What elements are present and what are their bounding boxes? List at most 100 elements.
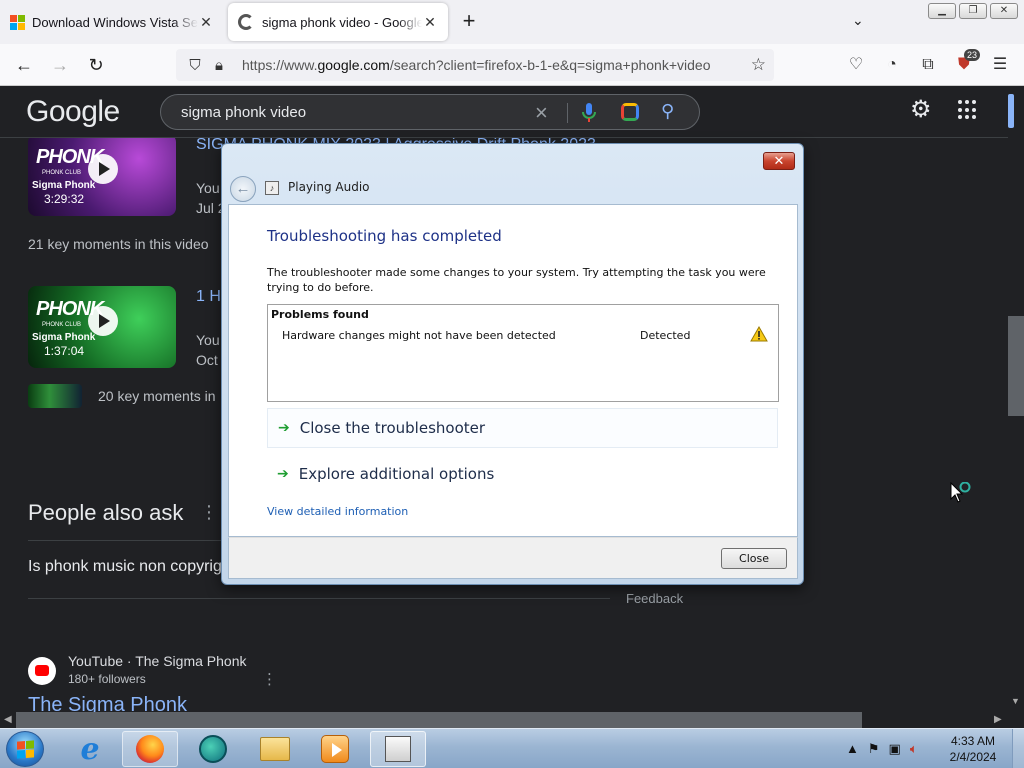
key-moments-preview-thumbnail[interactable] xyxy=(28,384,82,408)
video-thumbnail[interactable]: PHONK PHONK CLUB Sigma Phonk 3:29:32 xyxy=(28,138,176,216)
volume-muted-icon[interactable]: 🔈︎ xyxy=(910,741,918,757)
result-source[interactable]: YouTube · The Sigma Phonk xyxy=(68,653,247,669)
google-favicon-icon xyxy=(238,14,254,30)
tab-google-search[interactable]: sigma phonk video - Google Se ✕ xyxy=(228,3,448,41)
taskbar-chat-app[interactable] xyxy=(185,731,241,767)
ublock-extension-icon[interactable]: ⛊ 23 xyxy=(954,49,981,75)
close-tab-icon[interactable]: ✕ xyxy=(198,14,214,31)
taskbar-internet-explorer[interactable]: e xyxy=(62,731,118,767)
explore-additional-options[interactable]: ➔ Explore additional options xyxy=(267,454,778,494)
problems-found-list: Problems found Hardware changes might no… xyxy=(267,304,779,402)
microphone-icon[interactable] xyxy=(581,102,597,124)
settings-gear-icon[interactable]: ⚙ xyxy=(910,98,932,122)
clock-date: 2/4/2024 xyxy=(949,750,997,764)
video-thumbnail[interactable]: PHONK PHONK CLUB Sigma Phonk 1:37:04 xyxy=(28,286,176,368)
taskbar-explorer[interactable] xyxy=(247,731,303,767)
taskbar-firefox[interactable] xyxy=(122,731,178,767)
google-search-box[interactable]: sigma phonk video × ⚲ xyxy=(160,94,700,130)
tab-windows-vista-download[interactable]: Download Windows Vista Servic ✕ xyxy=(0,3,224,41)
horizontal-scrollbar[interactable]: ◀ ▶ xyxy=(0,712,1008,728)
maximize-button[interactable]: ❐ xyxy=(959,3,987,19)
address-bar[interactable]: ⛉ 🔒︎ https://www.google.com/search?clien… xyxy=(176,49,774,81)
key-moments-toggle[interactable]: 21 key moments in this video xyxy=(28,236,209,252)
dialog-close-x-button[interactable]: ✕ xyxy=(763,152,795,170)
chat-app-icon xyxy=(199,735,227,763)
back-arrow-icon[interactable]: ← xyxy=(230,176,256,202)
dialog-content: Troubleshooting has completed The troubl… xyxy=(228,204,798,537)
divider xyxy=(28,598,610,599)
tracking-protection-shield-icon[interactable]: ⛉ xyxy=(184,57,206,74)
start-button[interactable] xyxy=(6,731,44,767)
paa-question[interactable]: Is phonk music non copyright xyxy=(28,558,235,576)
lock-icon[interactable]: 🔒︎ xyxy=(208,57,230,74)
extension-badge-count: 23 xyxy=(964,49,981,61)
youtube-icon xyxy=(28,657,56,685)
bookmark-star-icon[interactable]: ☆ xyxy=(751,55,766,75)
troubleshooter-dialog: ✕ ← ♪ Playing Audio Troubleshooting has … xyxy=(221,143,804,585)
more-options-icon[interactable]: ⋮ xyxy=(262,670,277,688)
close-troubleshooter-option[interactable]: ➔ Close the troubleshooter xyxy=(267,408,778,448)
scroll-down-arrow-icon[interactable]: ▼ xyxy=(1011,696,1020,706)
view-detailed-information-link[interactable]: View detailed information xyxy=(267,505,408,518)
forward-arrow-icon[interactable]: → xyxy=(48,53,72,77)
taskbar-troubleshooter[interactable] xyxy=(370,731,426,767)
dialog-title: Playing Audio xyxy=(288,180,370,194)
video-date: Oct xyxy=(196,352,218,368)
dialog-heading: Troubleshooting has completed xyxy=(267,227,502,245)
extensions-icon[interactable]: ⧉ xyxy=(918,55,938,75)
show-desktop-button[interactable] xyxy=(1012,729,1024,768)
video-duration: 3:29:32 xyxy=(44,192,85,206)
menu-hamburger-icon[interactable]: ☰ xyxy=(990,55,1010,75)
taskbar-media-player[interactable] xyxy=(307,731,363,767)
key-moments-toggle[interactable]: 20 key moments in xyxy=(98,388,216,404)
windows-logo-icon xyxy=(17,740,34,759)
dialog-message: The troubleshooter made some changes to … xyxy=(267,266,766,294)
network-icon[interactable]: ▣ xyxy=(889,741,901,757)
speaker-icon: ♪ xyxy=(265,181,279,195)
scrollbar-thumb[interactable] xyxy=(1008,316,1024,416)
tab-label: Download Windows Vista Servic xyxy=(32,14,198,30)
google-logo[interactable]: Google xyxy=(26,95,120,129)
feedback-link[interactable]: Feedback xyxy=(626,591,683,606)
account-icon[interactable]: ◔ xyxy=(882,55,902,75)
result-title[interactable]: The Sigma Phonk xyxy=(28,694,187,712)
scroll-right-arrow-icon[interactable]: ▶ xyxy=(994,714,1002,725)
close-tab-icon[interactable]: ✕ xyxy=(422,14,438,31)
play-icon[interactable] xyxy=(88,306,118,336)
firefox-icon xyxy=(136,735,164,763)
pocket-icon[interactable]: ♡ xyxy=(846,55,866,75)
problem-status: Detected xyxy=(640,329,691,342)
play-icon[interactable] xyxy=(88,154,118,184)
close-button[interactable]: Close xyxy=(721,548,787,569)
problems-header: Problems found xyxy=(271,308,369,321)
system-clock[interactable]: 4:33 AM 2/4/2024 xyxy=(946,733,1000,765)
url-text[interactable]: https://www.google.com/search?client=fir… xyxy=(242,57,711,73)
action-center-flag-icon[interactable]: ⚑ xyxy=(868,741,880,757)
problem-item[interactable]: Hardware changes might not have been det… xyxy=(282,329,556,342)
video-duration: 1:37:04 xyxy=(44,344,85,358)
reload-icon[interactable]: ↻ xyxy=(84,53,108,77)
scrollbar-thumb[interactable] xyxy=(16,712,862,728)
new-tab-button[interactable]: + xyxy=(456,10,482,32)
internet-explorer-icon: e xyxy=(80,731,100,767)
minimize-button[interactable]: ▁ xyxy=(928,3,956,19)
clear-search-icon[interactable]: × xyxy=(535,100,548,126)
vertical-scrollbar[interactable]: ▼ xyxy=(1008,86,1024,712)
search-magnifier-icon[interactable]: ⚲ xyxy=(661,101,674,122)
clock-time: 4:33 AM xyxy=(950,734,996,748)
show-hidden-icons-arrow-icon[interactable]: ▲ xyxy=(846,741,859,757)
thumbnail-subtitle: Sigma Phonk xyxy=(32,180,96,191)
scroll-left-arrow-icon[interactable]: ◀ xyxy=(4,714,12,725)
navigation-toolbar: ← → ↻ ⛉ 🔒︎ https://www.google.com/search… xyxy=(0,44,1024,86)
search-input[interactable]: sigma phonk video xyxy=(181,104,306,121)
google-lens-icon[interactable] xyxy=(621,103,639,121)
close-window-button[interactable]: ✕ xyxy=(990,3,1018,19)
video-result-title[interactable]: 1 H xyxy=(196,288,221,306)
dialog-footer: Close xyxy=(228,537,798,579)
google-apps-grid-icon[interactable] xyxy=(958,100,978,120)
microsoft-logo-icon xyxy=(10,15,25,30)
list-all-tabs-button[interactable]: ⌄ xyxy=(852,12,864,29)
more-options-icon[interactable]: ⋮ xyxy=(200,502,218,523)
divider xyxy=(567,103,568,123)
back-arrow-icon[interactable]: ← xyxy=(12,53,36,77)
